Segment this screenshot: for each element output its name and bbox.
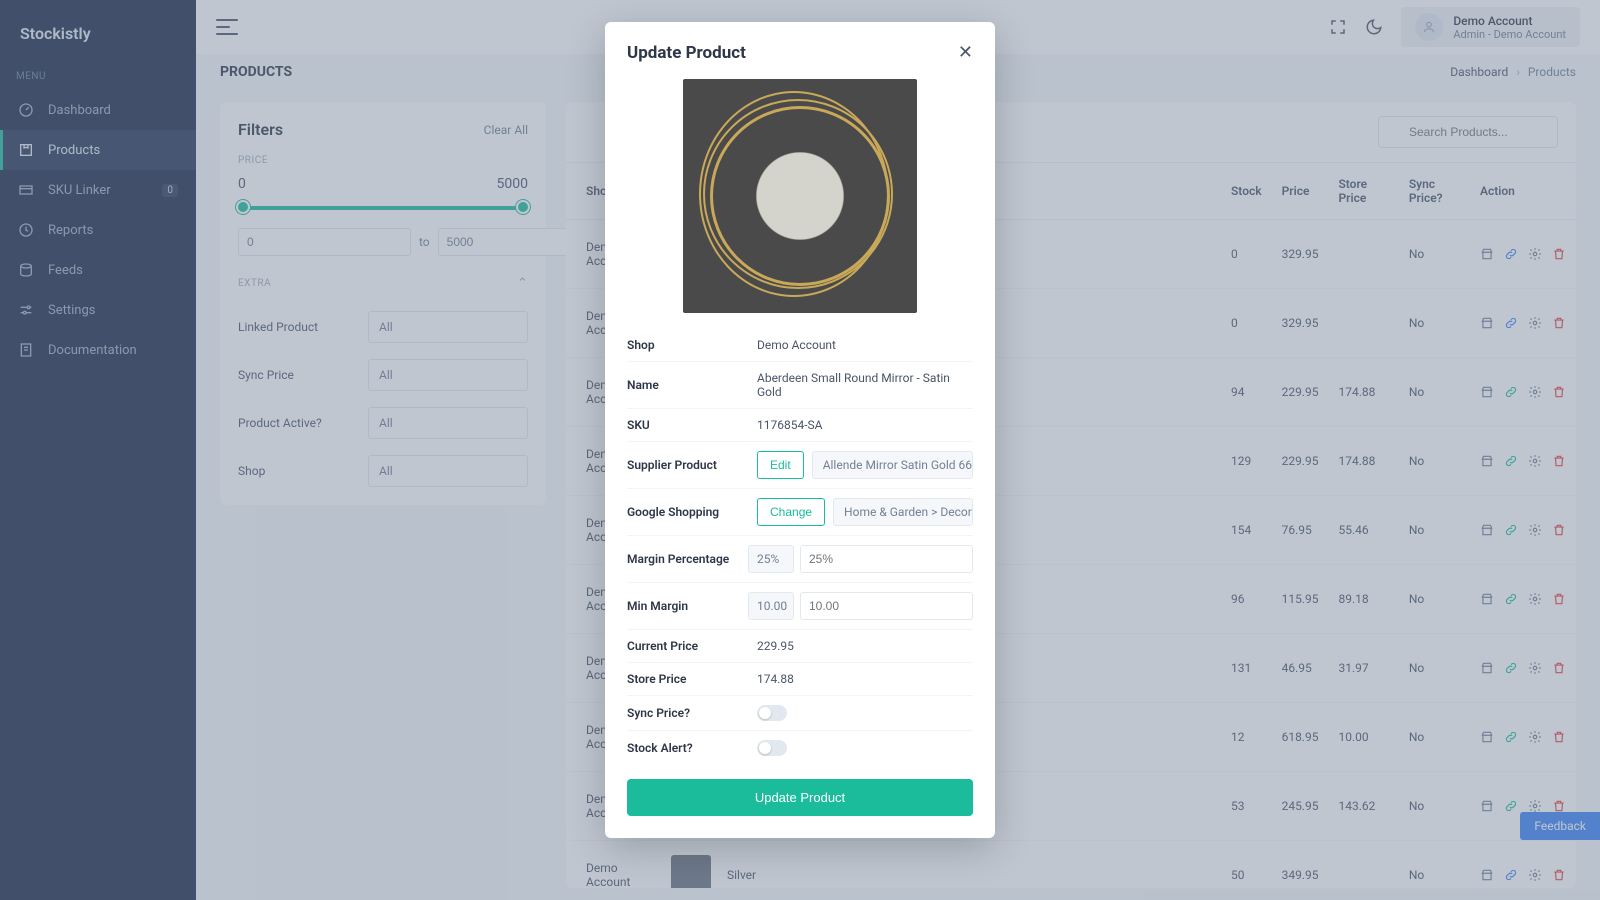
stock-alert-toggle[interactable]: [757, 740, 787, 756]
product-image: [683, 79, 917, 313]
stock-alert-label: Stock Alert?: [627, 741, 757, 755]
close-icon[interactable]: ✕: [958, 42, 973, 63]
change-google-button[interactable]: Change: [757, 498, 825, 526]
current-price-label: Current Price: [627, 639, 757, 653]
margin-label: Margin Percentage: [627, 552, 748, 566]
google-value: Home & Garden > Decor > M: [833, 498, 973, 526]
supplier-label: Supplier Product: [627, 458, 757, 472]
minmargin-fixed: 10.00: [748, 592, 794, 620]
store-price-label: Store Price: [627, 672, 757, 686]
sync-price-toggle[interactable]: [757, 705, 787, 721]
sku-label: SKU: [627, 418, 757, 432]
name-value: Aberdeen Small Round Mirror - Satin Gold: [757, 371, 973, 399]
edit-supplier-button[interactable]: Edit: [757, 451, 804, 479]
store-price-value: 174.88: [757, 672, 973, 686]
supplier-value: Allende Mirror Satin Gold 660x80: [812, 451, 973, 479]
shop-label: Shop: [627, 338, 757, 352]
shop-value: Demo Account: [757, 338, 973, 352]
sync-price-label: Sync Price?: [627, 706, 757, 720]
minmargin-input[interactable]: [800, 592, 973, 620]
update-product-modal: Update Product ✕ Shop Demo Account Name …: [605, 22, 995, 838]
sku-value: 1176854-SA: [757, 418, 973, 432]
minmargin-label: Min Margin: [627, 599, 748, 613]
modal-title: Update Product: [627, 43, 746, 63]
name-label: Name: [627, 378, 757, 392]
current-price-value: 229.95: [757, 639, 973, 653]
margin-input[interactable]: [800, 545, 973, 573]
margin-fixed: 25%: [748, 545, 794, 573]
modal-overlay[interactable]: Update Product ✕ Shop Demo Account Name …: [0, 0, 1600, 900]
update-product-button[interactable]: Update Product: [627, 779, 973, 816]
google-label: Google Shopping: [627, 505, 757, 519]
